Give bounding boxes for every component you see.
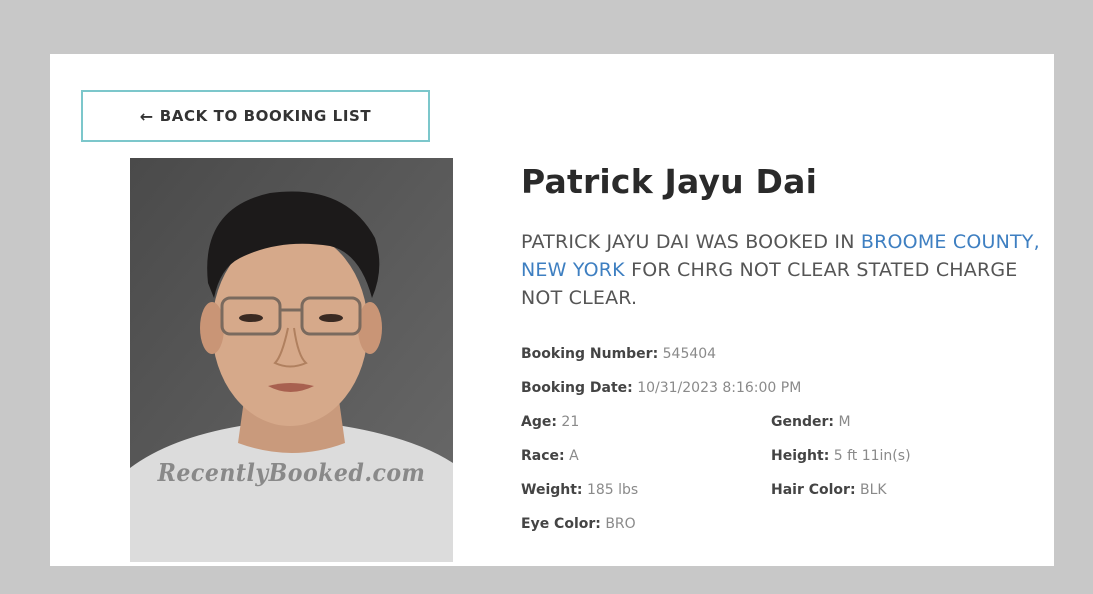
detail-row-booking-date: Booking Date: 10/31/2023 8:16:00 PM <box>521 380 1021 414</box>
detail-row-booking-number: Booking Number: 545404 <box>521 346 1021 380</box>
booking-card: ← BACK TO BOOKING LIST RecentlyBooked.co… <box>50 54 1054 566</box>
back-button-label: BACK TO BOOKING LIST <box>159 107 372 125</box>
hair-color-cell: Hair Color: BLK <box>771 482 1021 498</box>
gender-cell: Gender: M <box>771 414 1021 430</box>
hair-color-value: BLK <box>860 482 887 498</box>
weight-cell: Weight: 185 lbs <box>521 482 771 498</box>
photo-watermark: RecentlyBooked.com <box>157 458 426 487</box>
back-to-booking-list-button[interactable]: ← BACK TO BOOKING LIST <box>81 90 430 142</box>
age-label: Age: <box>521 414 557 430</box>
age-value: 21 <box>561 414 580 430</box>
booking-details: Booking Number: 545404 Booking Date: 10/… <box>521 346 1021 550</box>
booking-summary: PATRICK JAYU DAI WAS BOOKED IN BROOME CO… <box>521 228 1041 312</box>
race-value: A <box>569 448 579 464</box>
person-name: Patrick Jayu Dai <box>521 162 818 201</box>
mugshot-photo: RecentlyBooked.com <box>130 158 453 562</box>
detail-row-eye-color: Eye Color: BRO <box>521 516 1021 550</box>
height-value: 5 ft 11in(s) <box>833 448 911 464</box>
gender-value: M <box>838 414 851 430</box>
height-cell: Height: 5 ft 11in(s) <box>771 448 1021 464</box>
booking-date-label: Booking Date: <box>521 380 633 396</box>
weight-label: Weight: <box>521 482 583 498</box>
eye-color-value: BRO <box>605 516 636 532</box>
booking-number-label: Booking Number: <box>521 346 659 362</box>
weight-value: 185 lbs <box>586 482 639 498</box>
eye-color-label: Eye Color: <box>521 516 601 532</box>
detail-row-age-gender: Age: 21 Gender: M <box>521 414 1021 448</box>
mugshot-image <box>130 158 453 562</box>
race-cell: Race: A <box>521 448 771 464</box>
arrow-left-icon: ← <box>139 106 154 126</box>
summary-text-start: PATRICK JAYU DAI WAS BOOKED IN <box>521 231 861 253</box>
height-label: Height: <box>771 448 830 464</box>
gender-label: Gender: <box>771 414 834 430</box>
booking-number-value: 545404 <box>662 346 717 362</box>
hair-color-label: Hair Color: <box>771 482 856 498</box>
detail-row-race-height: Race: A Height: 5 ft 11in(s) <box>521 448 1021 482</box>
booking-date-value: 10/31/2023 8:16:00 PM <box>637 380 802 396</box>
detail-row-weight-hair: Weight: 185 lbs Hair Color: BLK <box>521 482 1021 516</box>
race-label: Race: <box>521 448 565 464</box>
age-cell: Age: 21 <box>521 414 771 430</box>
